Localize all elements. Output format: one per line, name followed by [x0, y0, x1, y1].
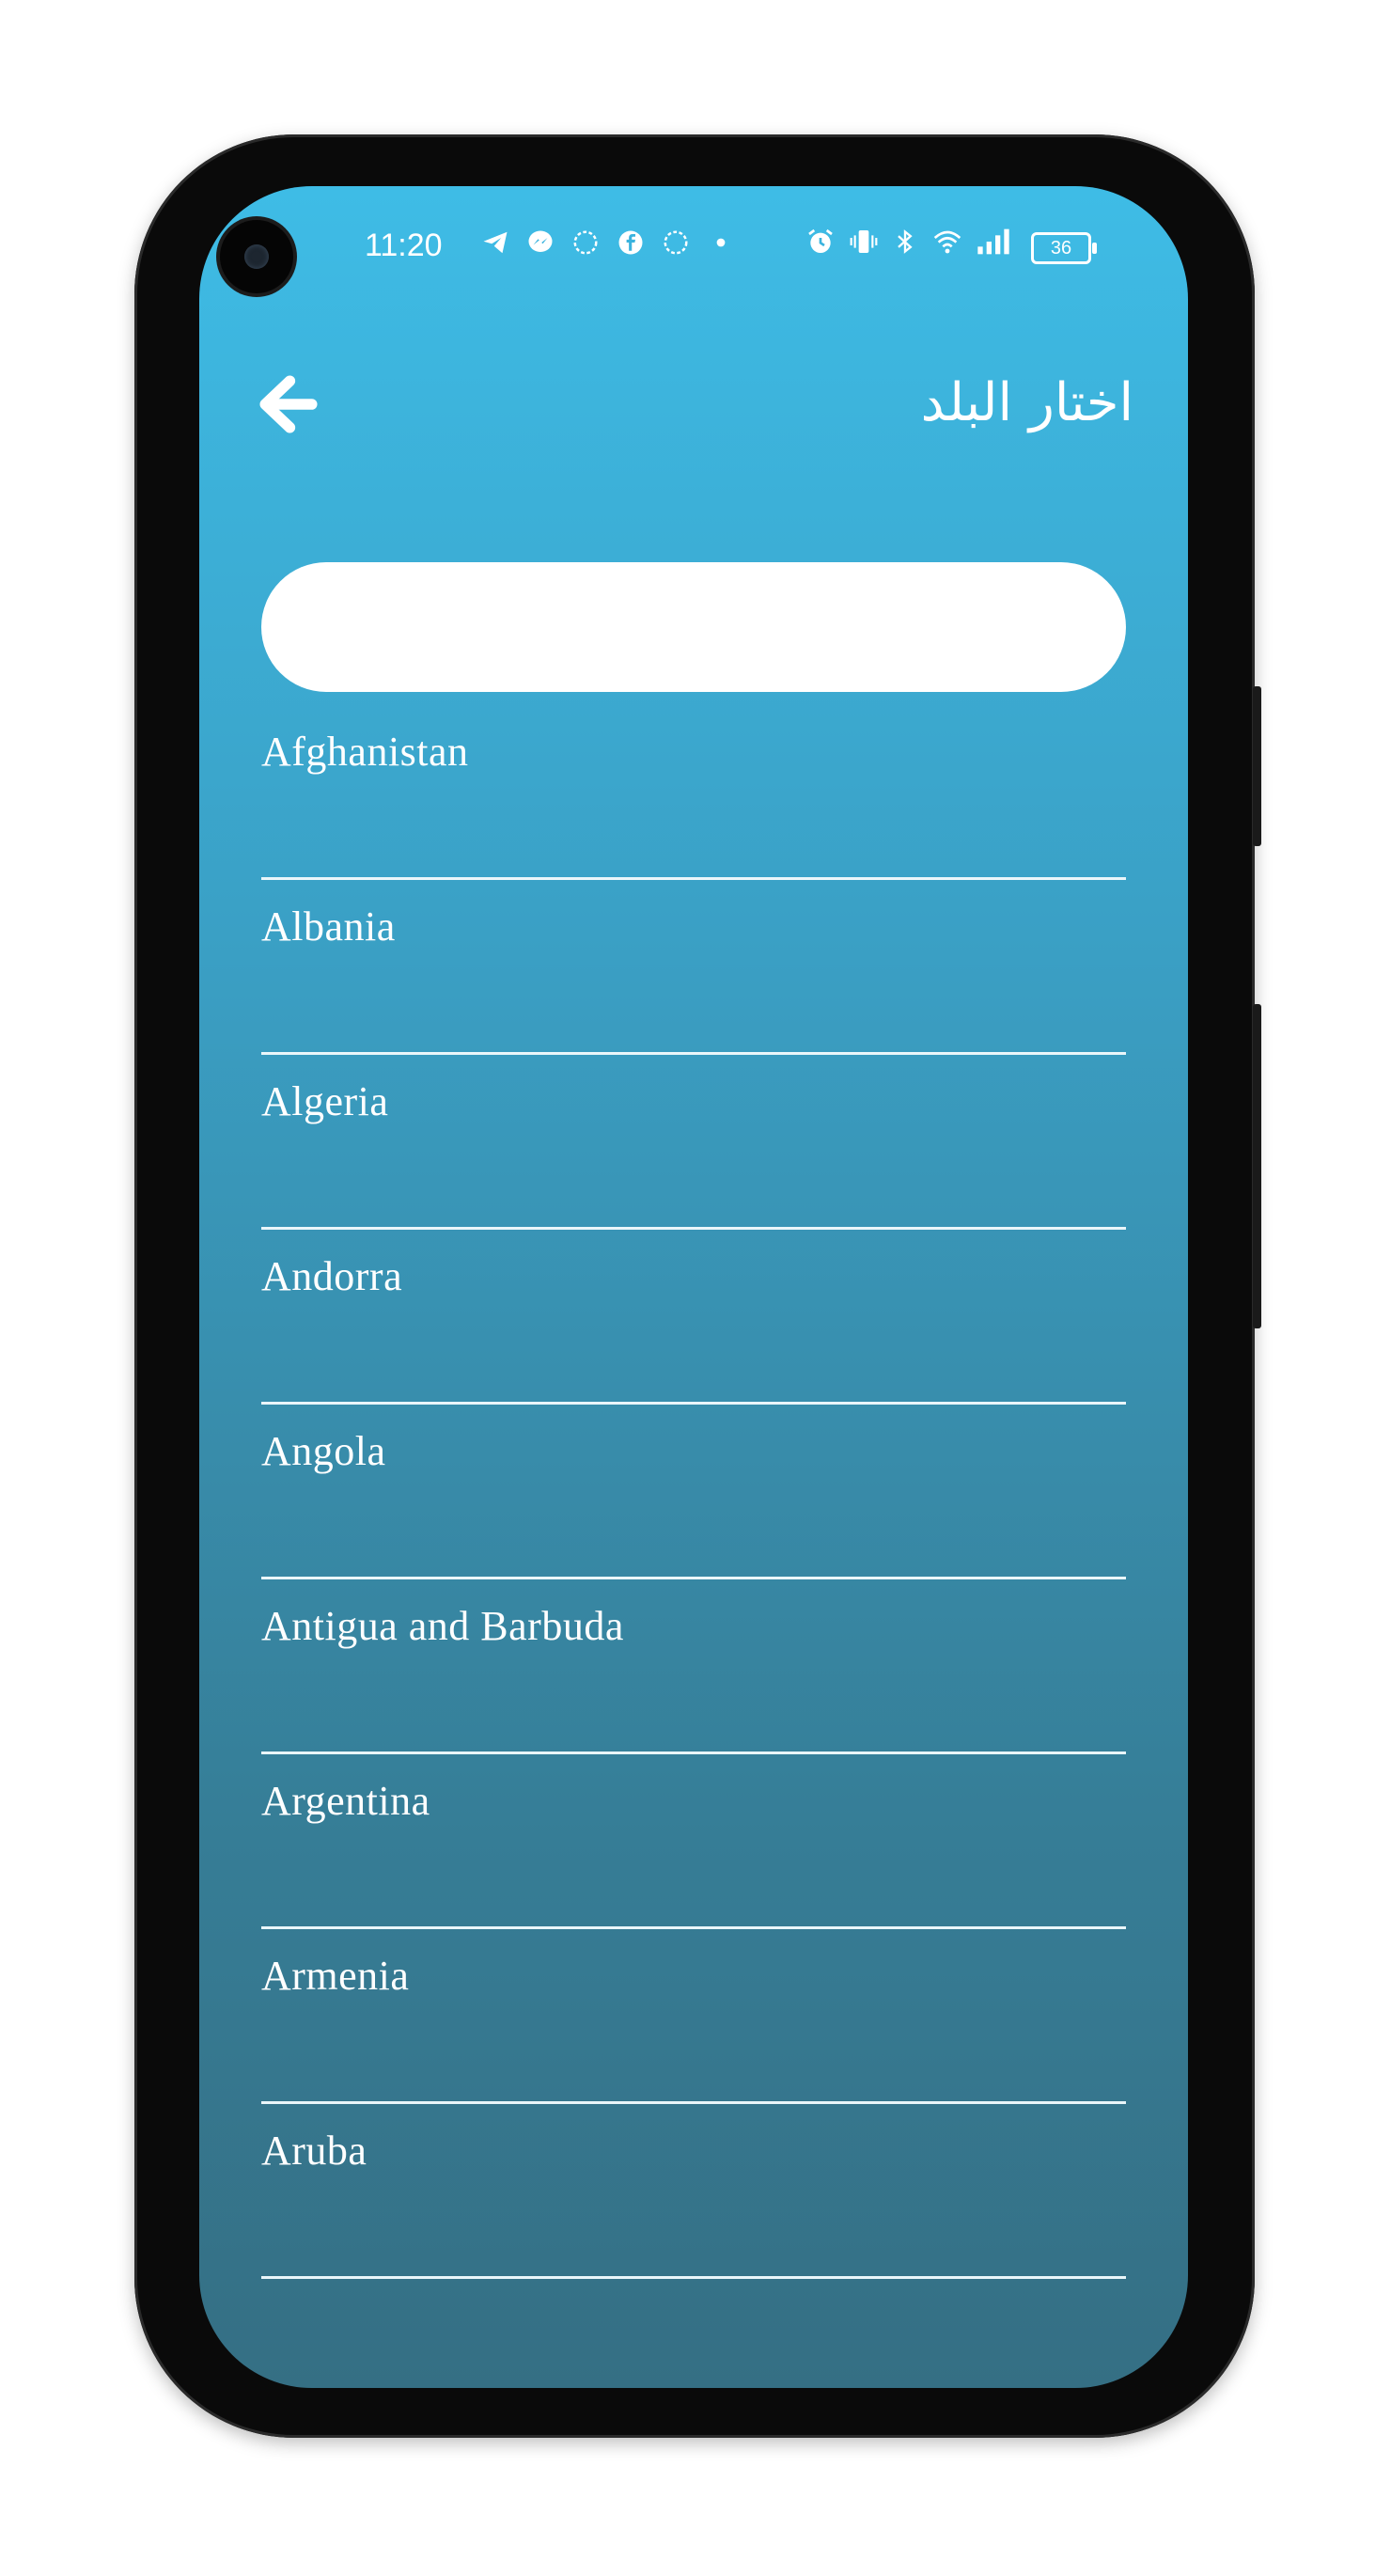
arrow-left-icon [259, 375, 318, 433]
notification-icons [481, 226, 735, 271]
country-item[interactable]: Armenia [261, 1929, 1126, 2104]
country-item[interactable]: Afghanistan [261, 705, 1126, 880]
country-item[interactable]: Andorra [261, 1230, 1126, 1405]
app-header: اختار البلد [199, 346, 1188, 459]
battery-indicator: 36 [1031, 232, 1097, 264]
country-list: Afghanistan Albania Algeria Andorra Ango… [261, 705, 1126, 2279]
vibrate-icon [849, 226, 879, 271]
facebook-icon [617, 226, 645, 271]
country-item[interactable]: Algeria [261, 1055, 1126, 1230]
country-item[interactable]: Argentina [261, 1754, 1126, 1929]
country-item[interactable]: Albania [261, 880, 1126, 1055]
country-item[interactable]: Antigua and Barbuda [261, 1579, 1126, 1754]
bluetooth-icon [892, 226, 918, 271]
system-icons: 36 [805, 226, 1097, 271]
country-item[interactable]: Aruba [261, 2104, 1126, 2279]
status-time: 11:20 [365, 228, 443, 263]
signal-icon [977, 226, 1014, 271]
wifi-icon [931, 226, 963, 271]
app-screen: 11:20 36 اختار البلد Afghanistan Albania… [199, 186, 1188, 2388]
messenger-icon [526, 226, 555, 271]
search-input[interactable] [261, 562, 1126, 692]
brain-app-icon [662, 226, 690, 271]
power-button [1253, 686, 1261, 846]
brain-app-icon [571, 226, 600, 271]
status-bar: 11:20 36 [199, 220, 1188, 276]
country-item[interactable]: Angola [261, 1405, 1126, 1579]
telegram-icon [481, 226, 509, 271]
volume-button [1253, 1004, 1261, 1328]
page-title: اختار البلد [920, 372, 1133, 433]
back-button[interactable] [251, 367, 326, 442]
dot-icon [707, 226, 735, 271]
alarm-icon [805, 226, 836, 271]
